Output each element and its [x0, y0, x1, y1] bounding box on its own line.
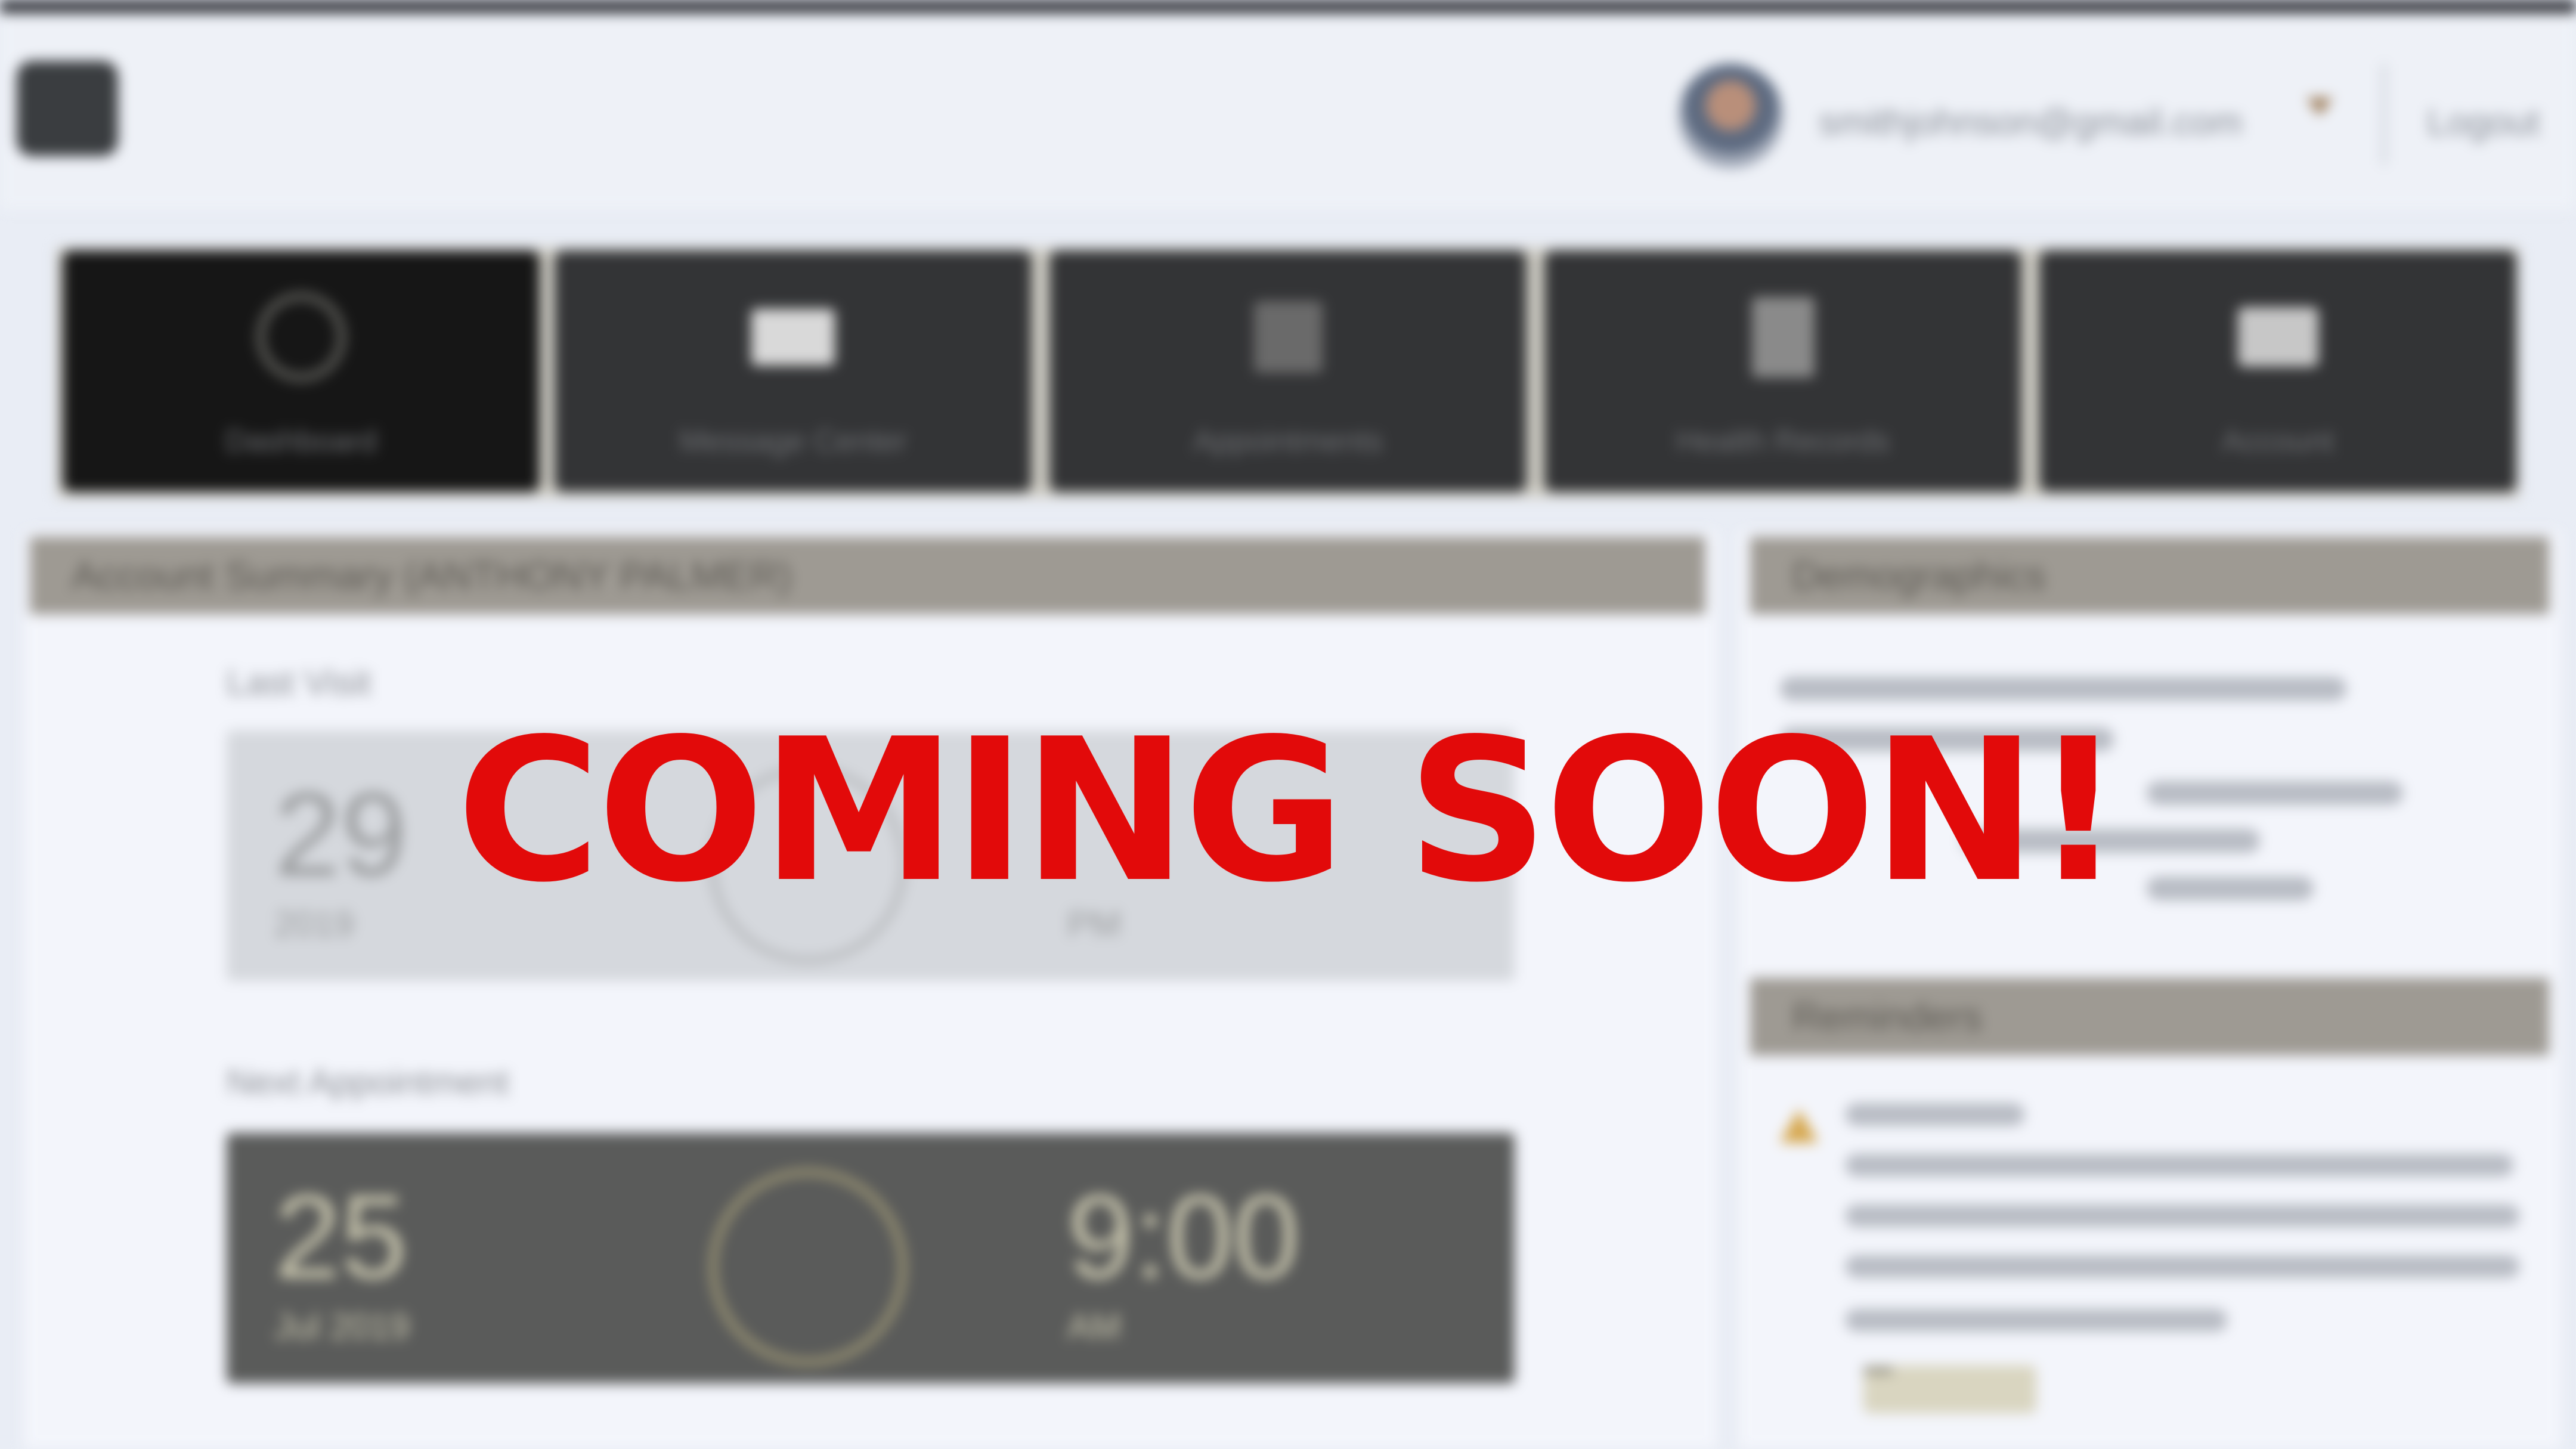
tab-label: Dashboard — [225, 424, 377, 459]
coming-soon-banner: COMING SOON! — [456, 696, 2123, 925]
reminder-details-button[interactable]: Details — [1863, 1366, 2036, 1413]
reminder-line — [1846, 1309, 2227, 1332]
document-icon — [1738, 296, 1828, 377]
tab-label: Health Records — [1676, 424, 1890, 459]
reminder-line — [1846, 1255, 2519, 1278]
tab-health-records[interactable]: Health Records — [1544, 250, 2021, 492]
summary-header: Account Summary (ANTHONY PALMER) — [30, 537, 1705, 614]
window-top-border — [0, 0, 2576, 13]
top-bar: smithjohnson@gmail.com Logout — [0, 13, 2576, 210]
calendar-icon — [1243, 298, 1333, 376]
reminder-line — [1846, 1205, 2519, 1227]
logout-link[interactable]: Logout — [2427, 101, 2540, 144]
tab-appointments[interactable]: Appointments — [1049, 250, 1527, 492]
tab-label: Appointments — [1193, 424, 1383, 459]
briefcase-icon — [2233, 298, 2323, 376]
next-appointment-card[interactable]: 25 Jul 2019 9:00 AM — [227, 1133, 1515, 1383]
tab-message-center[interactable]: Message Center — [555, 250, 1032, 492]
next-appointment-ampm: AM — [1067, 1306, 1121, 1346]
next-appointment-month: Jul 2019 — [274, 1306, 410, 1346]
reminders-header: Reminders — [1750, 978, 2549, 1055]
caret-down-icon[interactable] — [2306, 98, 2333, 116]
last-visit-label: Last Visit — [227, 662, 371, 702]
header-divider — [2382, 64, 2386, 165]
app-menu-icon[interactable] — [17, 61, 118, 156]
tab-label: Account — [2222, 424, 2334, 459]
tab-label: Message Center — [679, 424, 907, 459]
user-email[interactable]: smithjohnson@gmail.com — [1819, 101, 2243, 144]
last-visit-month: 2019 — [274, 904, 354, 944]
tab-dashboard[interactable]: Dashboard — [63, 250, 540, 492]
envelope-icon — [748, 298, 838, 376]
next-appointment-day: 25 — [274, 1171, 407, 1304]
next-appointment-label: Next Appointment — [227, 1062, 509, 1102]
clock-icon — [710, 1169, 906, 1366]
reminder-title — [1846, 1103, 2024, 1126]
tab-account[interactable]: Account — [2039, 250, 2516, 492]
dashboard-icon — [256, 292, 346, 382]
reminder-line — [1846, 1154, 2513, 1176]
demographics-header: Demographics — [1750, 537, 2549, 614]
avatar[interactable] — [1679, 64, 1783, 168]
next-appointment-time: 9:00 — [1067, 1171, 1300, 1304]
warning-icon — [1780, 1109, 1818, 1143]
